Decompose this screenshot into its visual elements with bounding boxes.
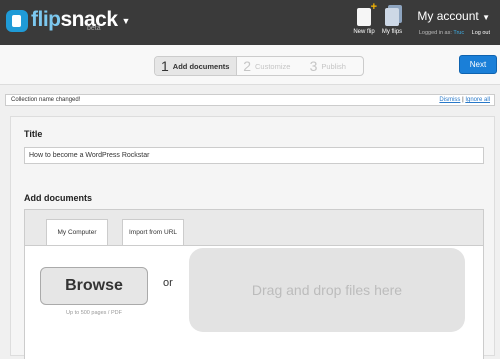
logged-in-prefix: Logged in as:: [418, 30, 452, 36]
wizard-steps: 1 Add documents 2 Customize 3 Publish: [154, 56, 364, 76]
step-add-documents[interactable]: 1 Add documents: [155, 57, 238, 75]
step-number: 2: [243, 58, 251, 74]
next-button[interactable]: Next: [459, 55, 497, 74]
upload-box: My Computer Import from URL Browse Up to…: [24, 209, 484, 359]
dismiss-link[interactable]: Dismiss: [439, 97, 460, 103]
step-customize[interactable]: 2 Customize: [237, 57, 303, 75]
step-label: Add documents: [172, 61, 230, 71]
my-account-label: My account: [417, 9, 479, 23]
username-link[interactable]: Truc: [453, 30, 464, 36]
step-publish[interactable]: 3 Publish: [304, 57, 363, 75]
tab-import-from-url[interactable]: Import from URL: [122, 219, 184, 246]
steps-bar: 1 Add documents 2 Customize 3 Publish Ne…: [0, 45, 500, 85]
my-flips-button[interactable]: My flips: [374, 8, 410, 35]
logo-text: flipsnack: [31, 8, 118, 31]
step-number: 1: [161, 58, 169, 74]
notification-message: Collection name changed!: [11, 97, 81, 103]
chevron-down-icon: ▼: [482, 13, 490, 22]
my-flips-icon: [385, 8, 399, 26]
or-label: or: [163, 277, 173, 289]
my-account-menu[interactable]: My account ▼: [417, 9, 490, 23]
ignore-all-link[interactable]: Ignore all: [465, 97, 490, 103]
title-input[interactable]: How to become a WordPress Rockstar: [24, 147, 484, 164]
main-panel: Title How to become a WordPress Rockstar…: [10, 116, 495, 359]
step-number: 3: [309, 58, 318, 74]
step-label: Customize: [255, 61, 291, 71]
browse-hint: Up to 500 pages / PDF: [66, 310, 122, 316]
beta-label: beta: [87, 25, 101, 32]
top-header: flipsnack ▼ beta New flip My flips My ac…: [0, 0, 500, 45]
browse-button[interactable]: Browse: [40, 267, 148, 305]
logged-in-info: Logged in as: Truc Log out: [419, 30, 490, 36]
drag-drop-zone[interactable]: Drag and drop files here: [189, 248, 465, 332]
flipsnack-logo[interactable]: flipsnack ▼: [6, 8, 130, 34]
new-flip-icon: [357, 1, 377, 26]
notification-actions: Dismiss | Ignore all: [439, 95, 490, 105]
logout-link[interactable]: Log out: [472, 30, 490, 36]
flipsnack-logo-icon: [6, 10, 28, 32]
title-label: Title: [24, 129, 43, 139]
upload-content: Browse Up to 500 pages / PDF or Drag and…: [25, 245, 483, 359]
tab-my-computer[interactable]: My Computer: [46, 219, 108, 246]
notification-bar: Collection name changed! Dismiss | Ignor…: [5, 94, 495, 106]
new-flip-label: New flip: [353, 29, 375, 35]
add-documents-label: Add documents: [24, 193, 93, 203]
chevron-down-icon[interactable]: ▼: [122, 16, 131, 26]
my-flips-label: My flips: [381, 29, 403, 35]
step-label: Publish: [321, 61, 346, 71]
